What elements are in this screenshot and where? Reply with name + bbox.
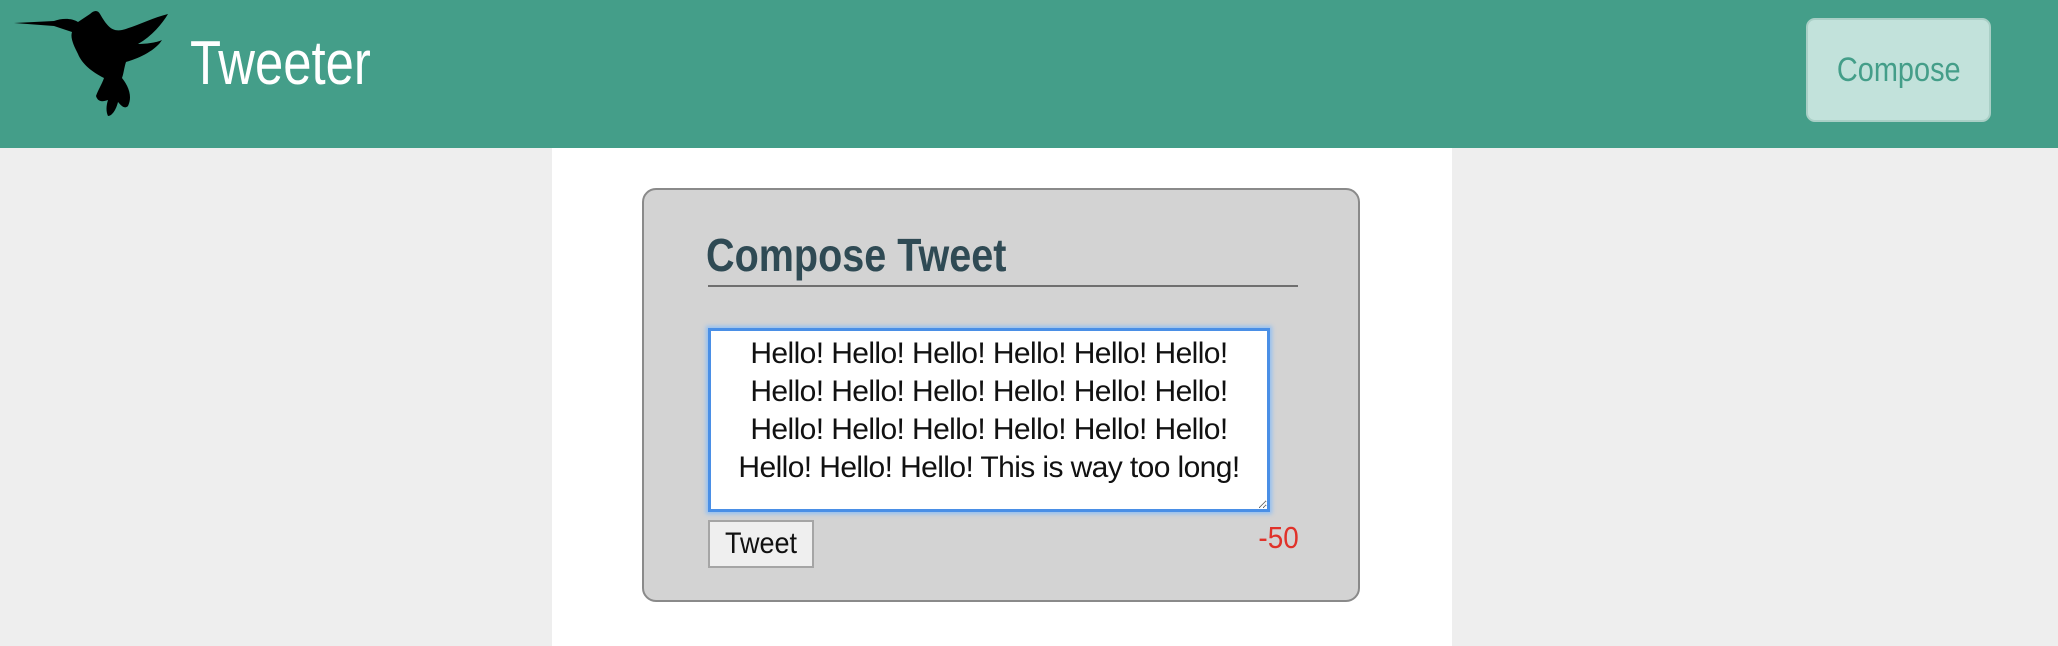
navbar: Tweeter Compose bbox=[0, 0, 2058, 148]
character-counter: -50 bbox=[1258, 520, 1299, 555]
compose-tweet-panel: Compose Tweet Hello! Hello! Hello! Hello… bbox=[642, 188, 1360, 602]
compose-button-label: Compose bbox=[1836, 50, 1961, 89]
tweet-textarea[interactable]: Hello! Hello! Hello! Hello! Hello! Hello… bbox=[708, 328, 1270, 512]
main-content: Compose Tweet Hello! Hello! Hello! Hello… bbox=[552, 148, 1452, 646]
title-divider bbox=[708, 285, 1298, 287]
tweet-submit-label: Tweet bbox=[724, 527, 798, 560]
hummingbird-icon bbox=[14, 11, 168, 116]
compose-button[interactable]: Compose bbox=[1806, 18, 1991, 122]
brand-title[interactable]: Tweeter bbox=[190, 28, 371, 99]
tweet-submit-button[interactable]: Tweet bbox=[708, 520, 814, 568]
compose-tweet-title: Compose Tweet bbox=[706, 229, 1007, 281]
